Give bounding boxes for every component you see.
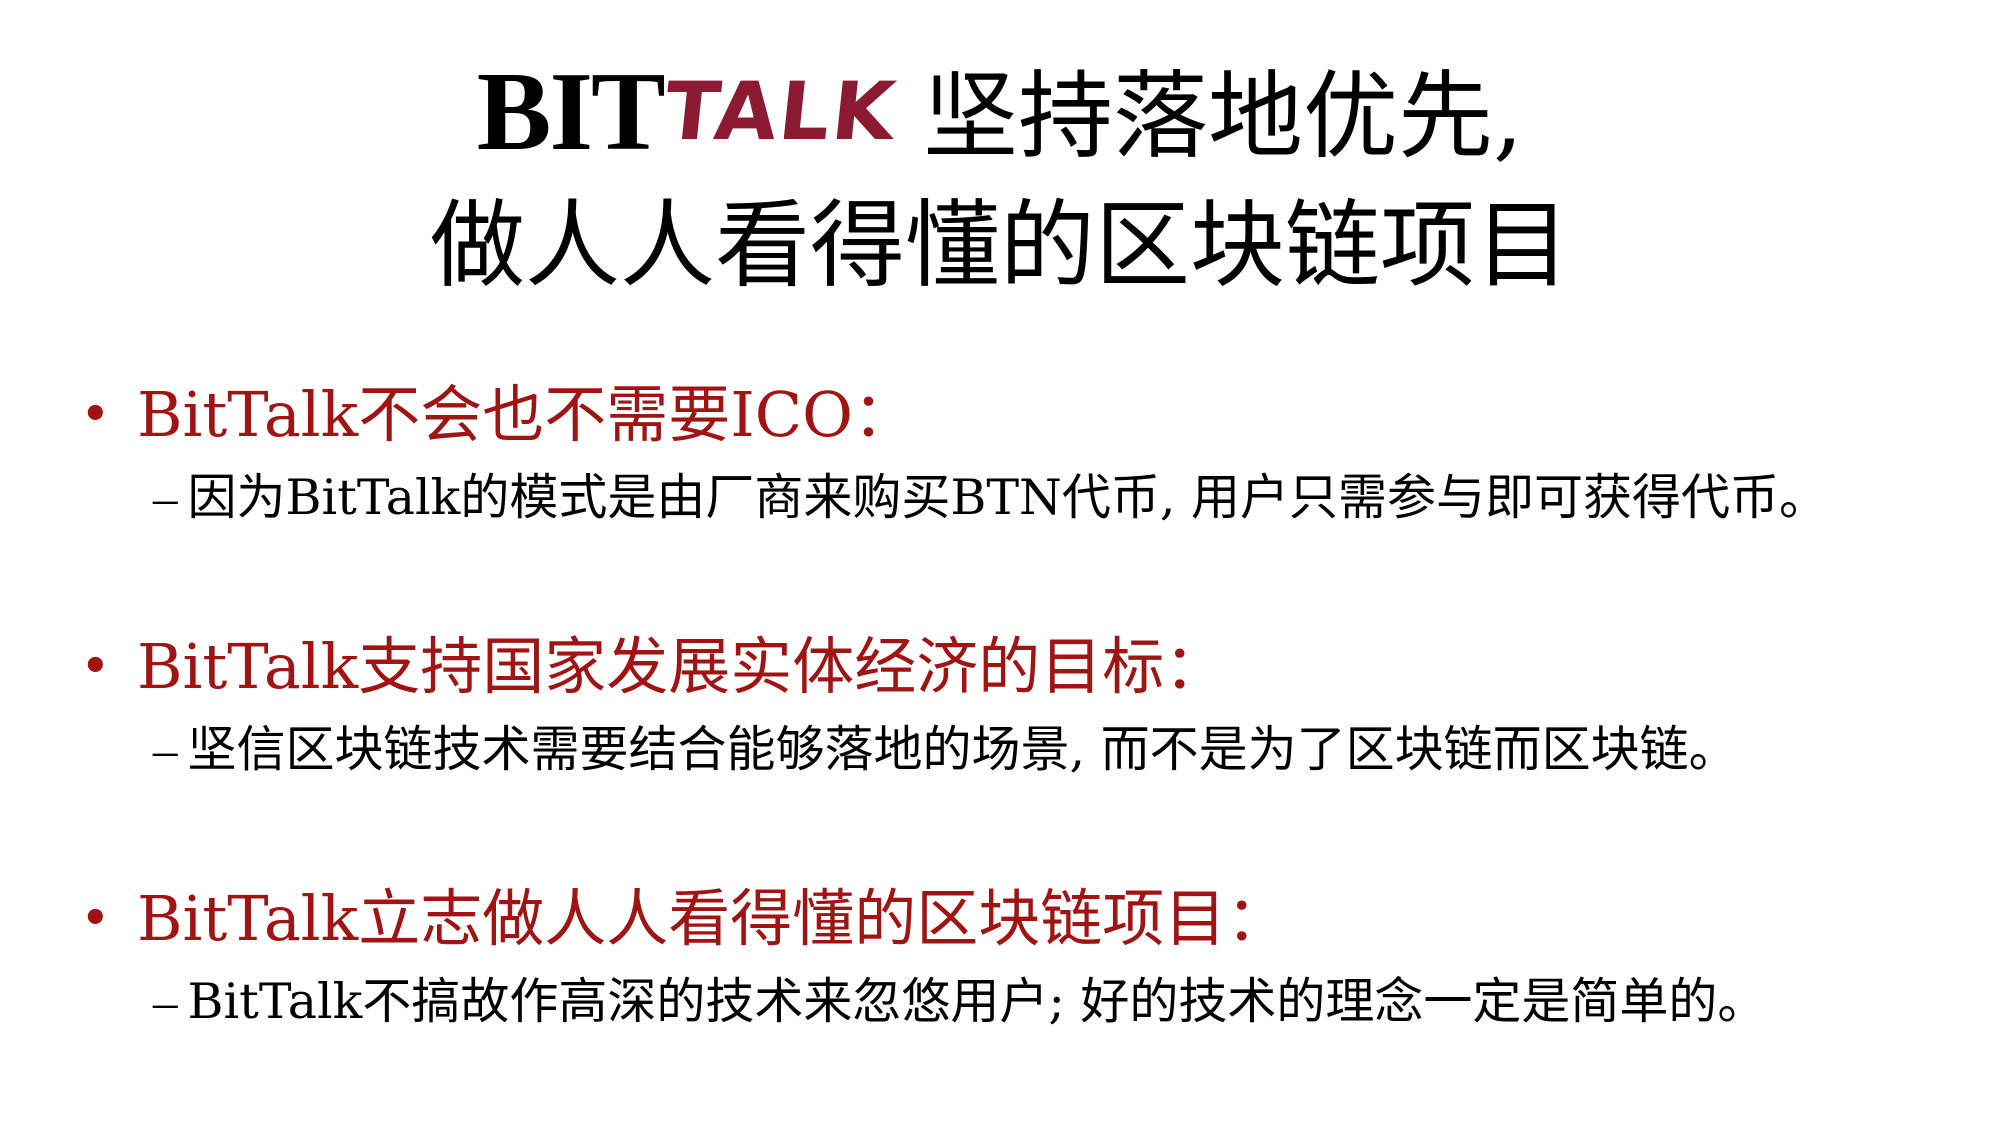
bullet-detail-text: 坚信区块链技术需要结合能够落地的场景, 而不是为了区块链而区块链。 — [187, 721, 1738, 778]
bullet-detail: – BitTalk不搞故作高深的技术来忽悠用户; 好的技术的理念一定是简单的。 — [80, 968, 1980, 1036]
bullet-heading: • BitTalk立志做人人看得懂的区块链项目： — [80, 876, 1980, 962]
bullet-detail-text: 因为BitTalk的模式是由厂商来购买BTN代币, 用户只需参与即可获得代币。 — [187, 469, 1829, 526]
logo-bit-text: BIT — [476, 50, 666, 174]
bullet-point-3: • BitTalk立志做人人看得懂的区块链项目： – BitTalk不搞故作高深的… — [80, 876, 1980, 1036]
bullet-point-1: • BitTalk不会也不需要ICO： – 因为BitTalk的模式是由厂商来购买… — [80, 372, 1980, 532]
bullet-heading: • BitTalk支持国家发展实体经济的目标： — [80, 624, 1980, 710]
bullet-heading-text: BitTalk支持国家发展实体经济的目标： — [137, 630, 1227, 703]
bullet-detail: – 坚信区块链技术需要结合能够落地的场景, 而不是为了区块链而区块链。 — [80, 716, 1980, 784]
bullet-icon: • — [80, 385, 111, 445]
logo-talk-text: TALK — [659, 65, 901, 158]
title-line-2: 做人人看得懂的区块链项目 — [429, 191, 1570, 301]
bullet-detail-text: BitTalk不搞故作高深的技术来忽悠用户; 好的技术的理念一定是简单的。 — [187, 973, 1767, 1030]
slide-title: BITTALK 坚持落地优先, 做人人看得懂的区块链项目 — [0, 50, 2000, 309]
dash-icon: – — [153, 722, 178, 777]
bullet-heading-text: BitTalk立志做人人看得懂的区块链项目： — [137, 882, 1289, 955]
bullet-detail: – 因为BitTalk的模式是由厂商来购买BTN代币, 用户只需参与即可获得代币。 — [80, 464, 1980, 532]
dash-icon: – — [153, 974, 178, 1029]
bullet-list: • BitTalk不会也不需要ICO： – 因为BitTalk的模式是由厂商来购买… — [80, 372, 1980, 1036]
bullet-point-2: • BitTalk支持国家发展实体经济的目标： – 坚信区块链技术需要结合能够落地… — [80, 624, 1980, 784]
slide: BITTALK 坚持落地优先, 做人人看得懂的区块链项目 • BitTalk不会… — [0, 0, 2000, 1125]
bullet-icon: • — [80, 637, 111, 697]
bullet-heading: • BitTalk不会也不需要ICO： — [80, 372, 1980, 458]
bullet-icon: • — [80, 889, 111, 949]
bullet-heading-text: BitTalk不会也不需要ICO： — [137, 378, 915, 451]
title-line-1-text: 坚持落地优先, — [923, 62, 1524, 172]
dash-icon: – — [153, 470, 178, 525]
title-line-1: BITTALK 坚持落地优先, — [0, 50, 2000, 184]
bittalk-logo: BITTALK — [476, 50, 901, 184]
